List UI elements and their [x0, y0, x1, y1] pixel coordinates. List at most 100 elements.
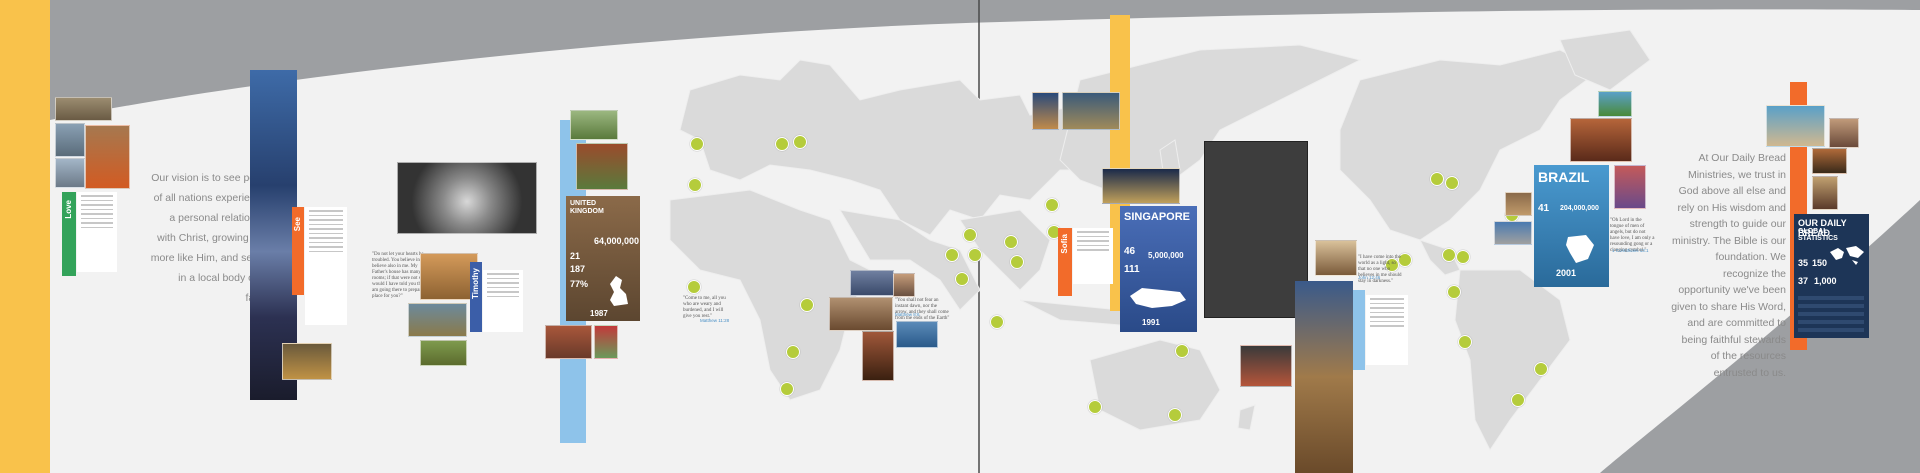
- love-bar: Love: [62, 192, 76, 276]
- photo-sunset: [1032, 92, 1059, 130]
- photo-countryside: [570, 110, 618, 140]
- global-stat-3: 37: [1798, 276, 1809, 286]
- global-world-icon: [1830, 246, 1864, 265]
- location-pin: [968, 248, 982, 262]
- photo-canyon: [862, 331, 894, 381]
- location-pin: [793, 135, 807, 149]
- uk-title-2: KINGDOM: [570, 208, 604, 215]
- photo-ocean-shore: [1766, 105, 1825, 147]
- uk-year: 1987: [590, 309, 608, 318]
- singapore-infographic: SINGAPORE 46 5,000,000 111 1991: [1120, 206, 1197, 332]
- blank-screen-panel: [1204, 141, 1308, 318]
- uk-population: 64,000,000: [594, 236, 640, 246]
- location-pin: [1088, 400, 1102, 414]
- global-stat-2: 150: [1812, 258, 1828, 268]
- photo-building: [55, 158, 85, 188]
- location-pin: [688, 178, 702, 192]
- photo-child: [85, 125, 130, 189]
- mid-source: John 12:46: [1358, 275, 1381, 280]
- location-pin: [786, 345, 800, 359]
- location-pin: [1175, 344, 1189, 358]
- photo-harbor: [1494, 221, 1532, 245]
- photo-small-portrait: [1829, 118, 1859, 148]
- trust-statement: At Our Daily Bread Ministries, we trust …: [1671, 152, 1786, 379]
- see-text-card: [305, 207, 347, 325]
- photo-market: [282, 343, 332, 380]
- location-pin: [1447, 285, 1461, 299]
- location-pin: [990, 315, 1004, 329]
- photo-small-street: [1505, 192, 1532, 216]
- matthew2-quote: "You shall not fear an instant dawn, nor…: [895, 298, 950, 321]
- location-pin: [1458, 335, 1472, 349]
- photo-storefront: [545, 325, 592, 359]
- location-pin: [775, 137, 789, 151]
- location-pin: [800, 298, 814, 312]
- photo-crowd: [1570, 118, 1632, 162]
- location-pin: [1445, 176, 1459, 190]
- matthew-quote: "Come to me, all you who are weary and b…: [683, 296, 726, 319]
- singapore-population: 5,000,000: [1148, 251, 1184, 260]
- timothy-text-card: [483, 270, 523, 332]
- photo-airplane-propeller: [397, 162, 537, 234]
- location-pin: [1456, 250, 1470, 264]
- location-pin: [1168, 408, 1182, 422]
- mid-text-card: [1366, 295, 1408, 365]
- photo-colorful-stairs: [1614, 165, 1646, 209]
- global-stats-infographic: OUR DAILY BREAD GLOBAL STATISTICS 35 150…: [1794, 214, 1869, 338]
- photo-temple: [1062, 92, 1120, 130]
- singapore-year: 1991: [1142, 318, 1160, 327]
- location-pin: [1004, 235, 1018, 249]
- brazil-stat-1: 41: [1538, 203, 1550, 214]
- singapore-map-icon: [1130, 288, 1186, 308]
- sofia-label: Sofia: [1060, 234, 1069, 254]
- love-text-card: [77, 192, 117, 272]
- photo-group-people: [1240, 345, 1292, 387]
- photo-people-field: [1812, 148, 1847, 174]
- brazil-source: 1 Corinthians 13:1: [1612, 248, 1649, 253]
- singapore-stat-1: 46: [1124, 246, 1136, 257]
- global-stat-1: 35: [1798, 258, 1809, 268]
- location-pin: [945, 248, 959, 262]
- photo-elder: [1812, 176, 1838, 210]
- location-pin: [1442, 248, 1456, 262]
- timothy-label: Timothy: [471, 268, 480, 299]
- photo-landscape: [55, 97, 112, 121]
- timothy-bar: Timothy: [470, 262, 482, 332]
- brazil-infographic: BRAZIL 41 204,000,000 2001: [1534, 165, 1609, 287]
- matthew2-source: Matthew 8:6: [895, 312, 920, 317]
- location-pin: [1511, 393, 1525, 407]
- brazil-year: 2001: [1556, 268, 1577, 278]
- global-stats-bars: [1798, 296, 1864, 332]
- brazil-title: BRAZIL: [1538, 169, 1590, 185]
- location-pin: [780, 382, 794, 396]
- sofia-bar: Sofia: [1058, 228, 1072, 296]
- global-stat-4: 1,000: [1814, 276, 1837, 286]
- location-pin: [1045, 198, 1059, 212]
- global-title-2: GLOBAL STATISTICS: [1798, 228, 1838, 242]
- photo-manor: [576, 143, 628, 190]
- mid-quote: "I have come into the world as a light, …: [1358, 255, 1402, 284]
- see-label: See: [293, 217, 302, 232]
- photo-desert: [408, 303, 467, 337]
- love-label: Love: [64, 200, 73, 219]
- photo-classroom: [829, 297, 893, 331]
- photo-portrait: [893, 273, 915, 297]
- matthew-source: Matthew 11:28: [700, 318, 730, 323]
- uk-map-icon: [610, 276, 628, 306]
- singapore-stat-2: 111: [1124, 264, 1140, 275]
- photo-palm-beach: [1598, 91, 1632, 117]
- sofia-text-card: [1073, 228, 1113, 284]
- location-pin: [1534, 362, 1548, 376]
- wall-mural: Love Our vision is to see people of all …: [0, 0, 1920, 473]
- location-pin: [1010, 255, 1024, 269]
- location-pin: [963, 228, 977, 242]
- uk-stat-1: 21: [570, 251, 581, 261]
- location-pin: [687, 280, 701, 294]
- photo-field: [420, 340, 467, 366]
- brazil-population: 204,000,000: [1560, 205, 1599, 212]
- photo-singapore-skyline: [1102, 168, 1180, 204]
- photo-hands-bread: [1315, 240, 1357, 276]
- photo-mountain-climber: [1295, 281, 1353, 473]
- uk-stat-2: 187: [570, 264, 586, 274]
- location-pin: [1430, 172, 1444, 186]
